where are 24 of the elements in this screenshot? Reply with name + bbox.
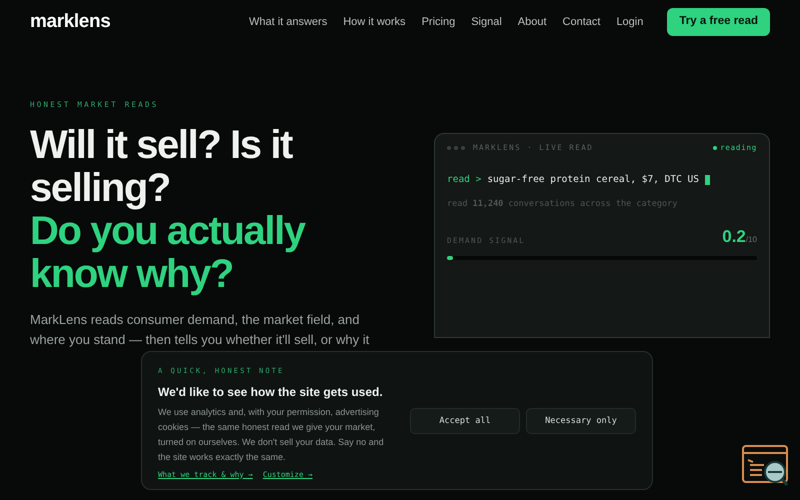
nav-link[interactable]: What it answers — [248, 14, 328, 30]
summary-text: read 11,240 conversations across the category — [447, 198, 678, 210]
cursor-icon — [704, 175, 710, 186]
cookie-button[interactable]: Accept all — [410, 408, 520, 434]
banner-text: We use analytics and, with your permission, advertising cookies — the same honest read we give your market, turned on ourselves. We don't sell your data. Say no and the site works exactly the same. — [158, 406, 385, 464]
nav-link[interactable]: Login — [616, 14, 644, 30]
nav-link[interactable]: Pricing — [422, 14, 456, 30]
query-text: sugar-free protein cereal, $7, DTC US — [487, 173, 699, 188]
headline: Will it sell? Is it selling? — [30, 124, 294, 210]
headline: Do you actually know why? — [30, 210, 306, 296]
nav-link[interactable]: How it works — [343, 14, 406, 30]
cookie-button[interactable]: Necessary only — [526, 408, 636, 434]
nav-link[interactable]: About — [518, 14, 547, 30]
prompt-text: read > — [447, 173, 482, 188]
score-value: 0.2 — [722, 226, 746, 248]
logo[interactable]: marklens — [30, 8, 110, 36]
nav-link[interactable]: Contact — [562, 14, 600, 30]
banner-title: We'd like to see how the site gets used. — [158, 384, 384, 400]
window-dots-icon — [447, 146, 465, 150]
score-max: /10 — [746, 234, 757, 246]
browser-magnifier-icon[interactable] — [742, 445, 790, 487]
hero-paragraph: MarkLens reads consumer demand, the market field, and where you stand — then tells you whether it'll sell, or why it — [30, 311, 370, 350]
nav-link[interactable]: Signal — [471, 14, 502, 30]
cta-button[interactable]: Try a free read — [667, 8, 770, 36]
